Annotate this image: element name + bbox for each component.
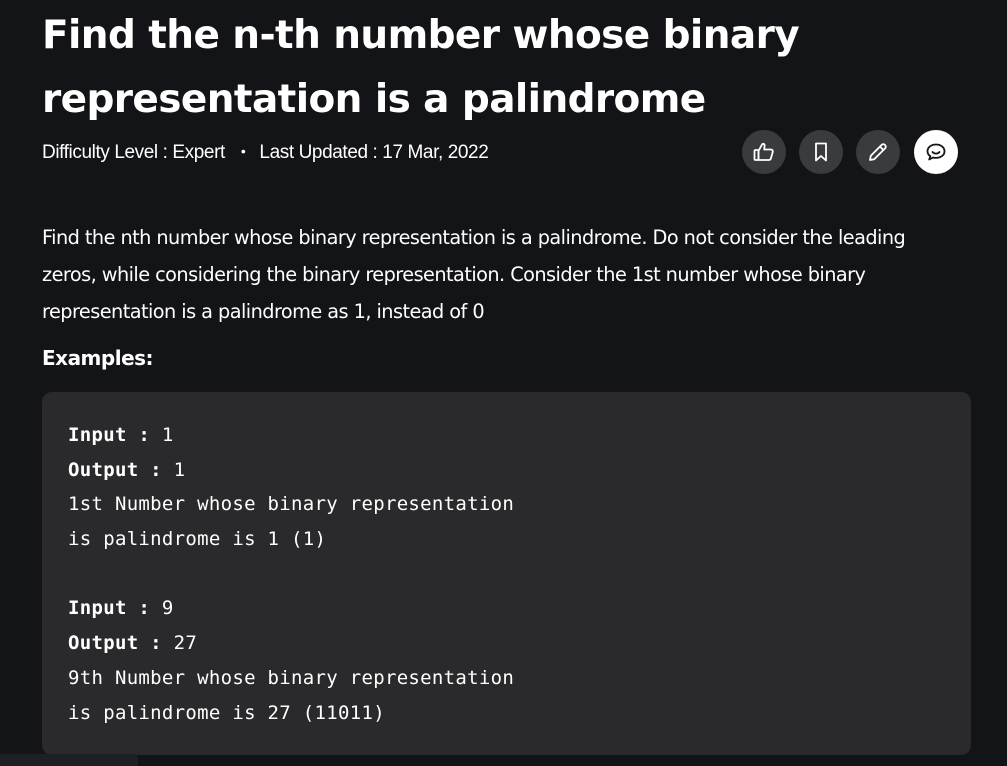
output-label: Output :: [68, 458, 162, 481]
problem-description: Find the nth number whose binary represe…: [42, 226, 906, 323]
input-label: Input :: [68, 597, 151, 620]
article-title: Find the n-th number whose binary repres…: [42, 13, 800, 122]
example-2-output-line: Output : 27: [68, 626, 945, 661]
example-1-explanation-line-2: is palindrome is 1 (1): [68, 528, 327, 551]
edit-button[interactable]: [856, 130, 900, 174]
examples-code-block: Input : 1 Output : 1 1st Number whose bi…: [42, 392, 971, 755]
examples-heading: Examples:: [42, 346, 154, 370]
article-meta: Difficulty Level : Expert • Last Updated :…: [42, 142, 489, 164]
output-label: Output :: [68, 632, 162, 655]
input-value: 1: [150, 424, 174, 446]
like-button[interactable]: [742, 130, 786, 174]
article: Find the n-th number whose binary repres…: [42, 0, 971, 755]
input-label: Input :: [68, 424, 151, 446]
browser-status-bar: [0, 754, 138, 766]
meta-separator: •: [240, 143, 246, 159]
example-1-explanation-line-1: 1st Number whose binary representation: [68, 493, 515, 516]
example-1-input-line: Input : 1: [68, 418, 945, 453]
output-value: 1: [161, 458, 186, 481]
article-meta-row: Difficulty Level : Expert • Last Updated :…: [42, 130, 958, 176]
bookmark-button[interactable]: [799, 130, 843, 174]
output-value: 27: [161, 632, 198, 655]
example-2-explanation-line-1: 9th Number whose binary representation: [68, 666, 515, 689]
last-updated: Last Updated : 17 Mar, 2022: [259, 142, 489, 163]
thumbs-up-icon: [753, 142, 774, 161]
input-value: 9: [150, 597, 174, 620]
article-actions: [742, 130, 958, 176]
example-2-explanation-line-2: is palindrome is 27 (11011): [68, 701, 385, 724]
comment-button[interactable]: [914, 130, 958, 174]
pencil-icon: [869, 143, 887, 161]
example-1-output-line: Output : 1: [68, 453, 945, 488]
chat-bubble-icon: [926, 143, 946, 161]
bookmark-icon: [815, 142, 827, 162]
example-2-input-line: Input : 9: [68, 591, 945, 626]
difficulty-level: Difficulty Level : Expert: [42, 142, 225, 163]
